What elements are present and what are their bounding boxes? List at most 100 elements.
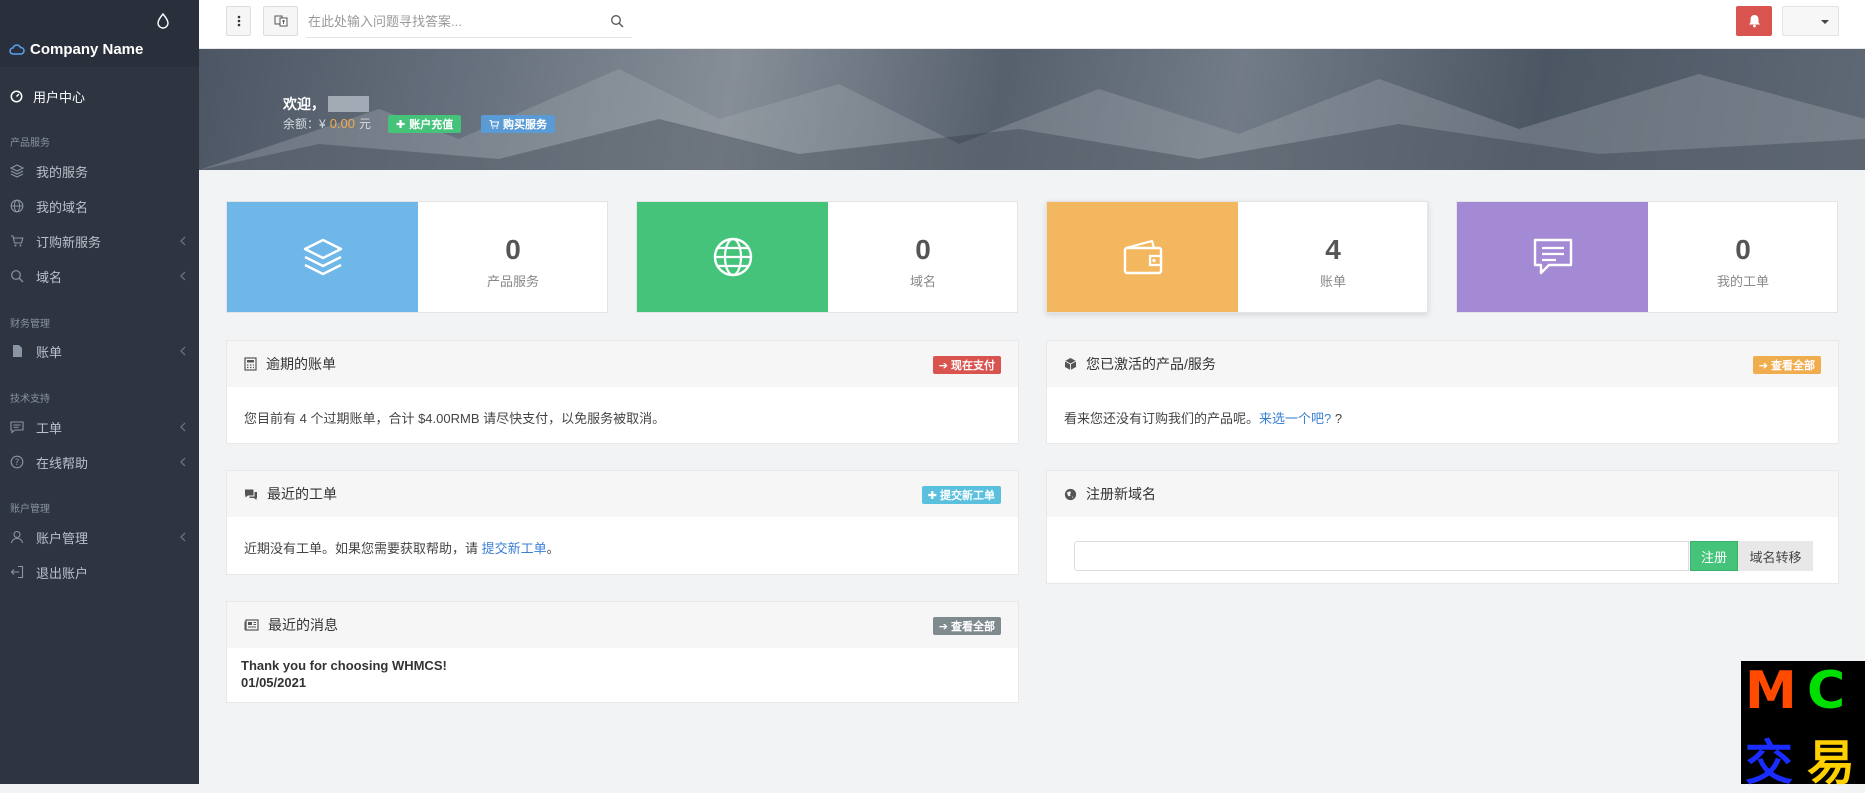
comments-icon [244,488,267,501]
sidebar-item-my-domains[interactable]: 我的域名 [0,193,199,219]
view-all-news-button[interactable]: ➔ 查看全部 [932,617,1001,635]
panel-body: 看来您还没有订购我们的产品呢。来选一个吧? ? [1047,387,1838,448]
layers-icon [10,164,24,178]
watermark-char: 易 [1807,735,1856,791]
balance-unit: 元 [359,117,372,131]
logout-icon [10,565,24,579]
username-redacted [328,96,369,112]
sidebar-item-invoices[interactable]: 账单 [0,338,199,364]
panel-header: 最近的消息 ➔ 查看全部 [227,602,1018,648]
plus-icon: ✚ [396,118,406,131]
panel-header: 逾期的账单 ➔ 现在支付 [227,341,1018,387]
sidebar-section-finance: 财务管理 [10,319,50,330]
chevron-left-icon [179,422,187,432]
wallet-icon [1122,238,1164,276]
view-all-label: 查看全部 [951,621,995,633]
panel-body: 近期没有工单。如果您需要获取帮助，请 提交新工单。 [227,517,1018,578]
stat-tile-invoices[interactable]: 4 账单 [1046,201,1428,313]
stat-icon-box [637,202,828,312]
cart-icon [10,234,24,248]
news-title: Thank you for choosing WHMCS! [241,658,447,673]
sidebar-item-domains[interactable]: 域名 [0,263,199,289]
active-products-panel: 您已激活的产品/服务 ➔ 查看全部 看来您还没有订购我们的产品呢。来选一个吧? … [1046,340,1839,444]
view-all-label: 查看全部 [1771,360,1815,372]
sidebar-item-online-help[interactable]: ? 在线帮助 [0,449,199,475]
panel-header: 最近的工单 ✚ 提交新工单 [227,471,1018,517]
sidebar-item-label: 域名 [36,269,63,285]
transfer-domain-button[interactable]: 域名转移 [1738,541,1813,571]
watermark-char: 交 [1745,735,1794,791]
calculator-icon [244,357,266,371]
sidebar-item-order-new[interactable]: 订购新服务 [0,228,199,254]
recharge-button[interactable]: ✚ 账户充值 [388,115,462,133]
sidebar-item-my-services[interactable]: 我的服务 [0,158,199,184]
stat-label: 域名 [909,274,936,289]
welcome-banner: 欢迎， 余额：¥ 0.00 元 ✚ 账户充值 购买服务 [199,49,1865,170]
chevron-left-icon [179,532,187,542]
stat-tile-tickets[interactable]: 0 我的工单 [1456,201,1838,313]
pay-now-button[interactable]: ➔ 现在支付 [932,356,1001,374]
chevron-left-icon [179,346,187,356]
choose-product-link[interactable]: 来选一个吧? [1259,411,1331,426]
buy-service-button[interactable]: 购买服务 [481,115,555,133]
balance-label: 余额：¥ [283,117,326,131]
search-icon[interactable] [610,14,624,28]
menu-toggle-button[interactable] [226,6,251,36]
stat-icon-box [1047,202,1238,312]
theme-toggle-icon[interactable] [156,13,170,29]
stat-icon-box [227,202,418,312]
panel-header: 注册新域名 [1047,471,1838,517]
sidebar-item-account-manage[interactable]: 账户管理 [0,524,199,550]
newspaper-icon [244,619,268,631]
news-item[interactable]: Thank you for choosing WHMCS! 01/05/2021 [227,648,1018,700]
sidebar-section-products: 产品服务 [10,138,50,149]
sidebar-item-tickets[interactable]: 工单 [0,414,199,440]
register-domain-button[interactable]: 注册 [1690,541,1738,571]
submit-ticket-link[interactable]: 提交新工单 [482,541,547,556]
chevron-left-icon [179,271,187,281]
stat-value: 4 [1325,234,1341,265]
arrow-right-icon: ➔ [1758,359,1768,372]
sidebar-item-label: 用户中心 [33,89,86,105]
language-button[interactable] [263,6,298,36]
stat-label: 我的工单 [1716,274,1769,289]
panel-body-text: 看来您还没有订购我们的产品呢。 [1064,411,1260,426]
chevron-left-icon [179,236,187,246]
balance-amount: 0.00 [329,116,355,131]
recent-tickets-panel: 最近的工单 ✚ 提交新工单 近期没有工单。如果您需要获取帮助，请 提交新工单。 [226,470,1019,575]
stat-tile-services[interactable]: 0 产品服务 [226,201,608,313]
top-bar [199,0,1865,49]
globe-icon [10,199,24,213]
stat-value: 0 [505,234,521,265]
notifications-button[interactable] [1736,6,1772,36]
sidebar-item-user-center[interactable]: 用户中心 [0,83,199,109]
globe-icon [1064,488,1086,501]
message-icon [1532,237,1574,277]
user-menu-dropdown[interactable] [1782,6,1839,36]
globe-icon [712,236,754,278]
sidebar: Company Name 用户中心 产品服务 我的服务 我的域名 订购新服务 域… [0,0,199,784]
sidebar-item-label: 账户管理 [36,530,89,546]
chevron-left-icon [179,457,187,467]
panel-header: 您已激活的产品/服务 ➔ 查看全部 [1047,341,1838,387]
sidebar-section-account: 账户管理 [10,504,50,515]
panel-body-text: 近期没有工单。如果您需要获取帮助，请 [244,541,479,556]
recharge-label: 账户充值 [409,119,454,131]
domain-search-input[interactable] [1074,541,1689,571]
sidebar-item-label: 退出账户 [36,565,89,581]
comment-icon [10,420,24,434]
search-input[interactable] [306,14,596,29]
brand-name: Company Name [30,41,144,58]
sidebar-item-label: 我的域名 [36,199,89,215]
submit-ticket-label: 提交新工单 [940,490,995,502]
panel-body-text: 您目前有 4 个过期账单，合计 $4.00RMB 请尽快支付，以免服务被取消。 [244,411,666,426]
watermark-char: M [1745,661,1797,721]
caret-down-icon [1821,20,1829,24]
sidebar-item-logout[interactable]: 退出账户 [0,559,199,585]
stat-tile-domains[interactable]: 0 域名 [636,201,1018,313]
submit-ticket-button[interactable]: ✚ 提交新工单 [921,486,1001,504]
balance-line: 余额：¥ 0.00 元 [283,115,371,132]
brand[interactable]: Company Name [9,41,143,58]
stat-label: 产品服务 [486,274,539,289]
view-all-products-button[interactable]: ➔ 查看全部 [1752,356,1821,374]
